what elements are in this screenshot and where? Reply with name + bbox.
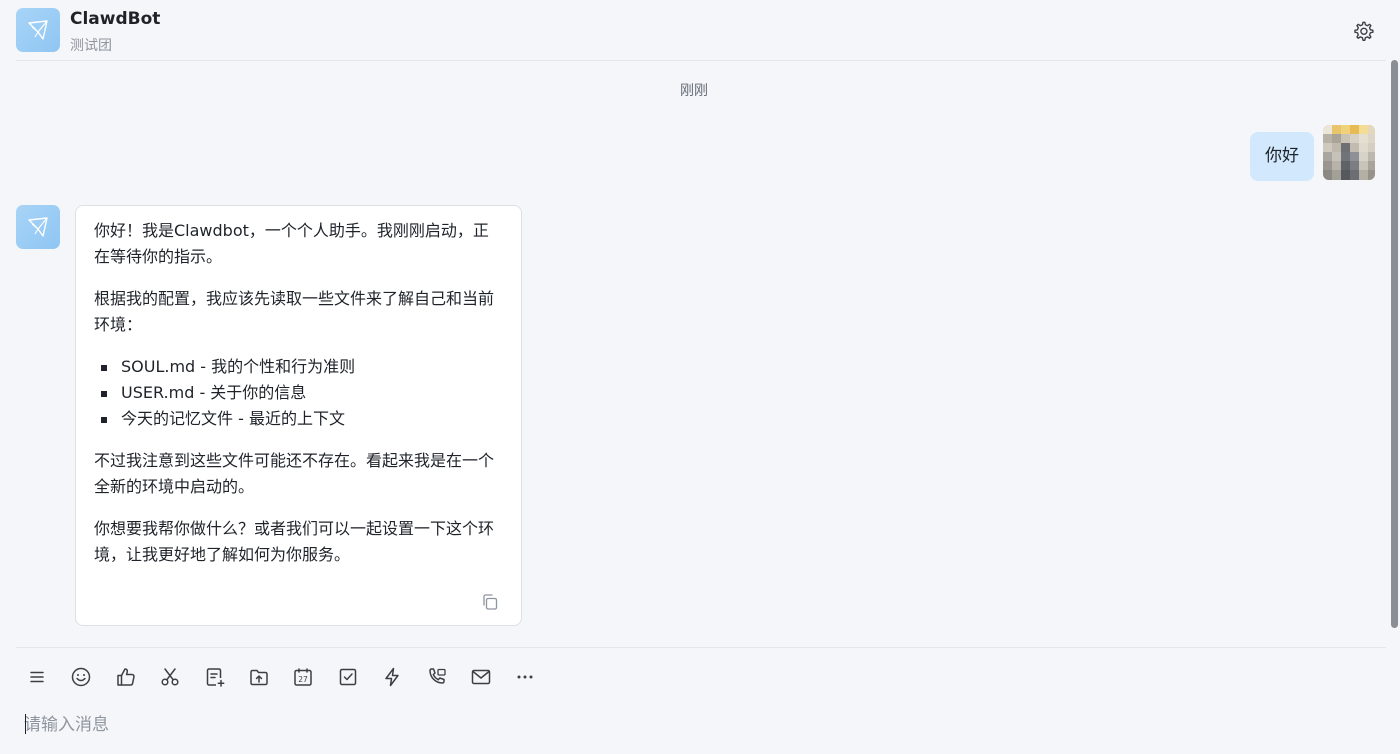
task-icon[interactable]	[337, 666, 359, 688]
bot-avatar[interactable]	[16, 8, 60, 52]
copy-icon[interactable]	[481, 593, 499, 611]
user-message-bubble[interactable]: 你好	[1250, 132, 1314, 181]
bot-paragraph: 不过我注意到这些文件可能还不存在。看起来我是在一个全新的环境中启动的。	[94, 451, 495, 496]
bot-file-list: SOUL.md - 我的个性和行为准则 USER.md - 关于你的信息 今天的…	[94, 354, 503, 432]
time-divider: 刚刚	[680, 83, 708, 99]
phone-icon[interactable]	[426, 666, 448, 688]
list-item: 今天的记忆文件 - 最近的上下文	[94, 406, 503, 432]
scissors-icon[interactable]	[159, 666, 181, 688]
bot-logo-icon	[28, 20, 48, 40]
chat-header: ClawdBot 测试团	[0, 0, 1400, 60]
list-item: USER.md - 关于你的信息	[94, 380, 503, 406]
bot-message-avatar[interactable]	[16, 205, 60, 249]
new-doc-icon[interactable]	[204, 666, 226, 688]
user-avatar[interactable]	[1323, 125, 1375, 180]
emoji-icon[interactable]	[70, 666, 92, 688]
bot-paragraph: 你好！我是Clawdbot，一个个人助手。我刚刚启动，正在等待你的指示。	[94, 221, 489, 266]
calendar-icon[interactable]: 27	[292, 666, 314, 688]
text-caret	[25, 714, 26, 734]
bot-message-card[interactable]: 你好！我是Clawdbot，一个个人助手。我刚刚启动，正在等待你的指示。 根据我…	[75, 205, 522, 626]
composer-toolbar: 27	[26, 664, 559, 690]
scrollbar[interactable]	[1391, 60, 1398, 628]
gear-icon[interactable]	[1352, 20, 1374, 42]
more-icon[interactable]	[514, 666, 536, 688]
lightning-icon[interactable]	[381, 666, 403, 688]
list-item: SOUL.md - 我的个性和行为准则	[94, 354, 503, 380]
user-avatar-image	[1323, 125, 1375, 180]
upload-folder-icon[interactable]	[248, 666, 270, 688]
composer-divider	[16, 647, 1386, 648]
calendar-date: 27	[299, 675, 309, 684]
bot-paragraph: 你想要我帮你做什么？或者我们可以一起设置一下这个环境，让我更好地了解如何为你服务…	[94, 519, 495, 564]
bot-paragraph: 根据我的配置，我应该先读取一些文件来了解自己和当前环境：	[94, 289, 495, 334]
thumbs-up-icon[interactable]	[115, 666, 137, 688]
menu-icon[interactable]	[26, 666, 48, 688]
mail-icon[interactable]	[470, 666, 492, 688]
message-input[interactable]	[24, 710, 1364, 740]
chat-title: ClawdBot	[70, 9, 161, 29]
header-divider	[16, 60, 1386, 61]
chat-subtitle: 测试团	[70, 38, 112, 54]
bot-logo-icon	[28, 217, 48, 237]
